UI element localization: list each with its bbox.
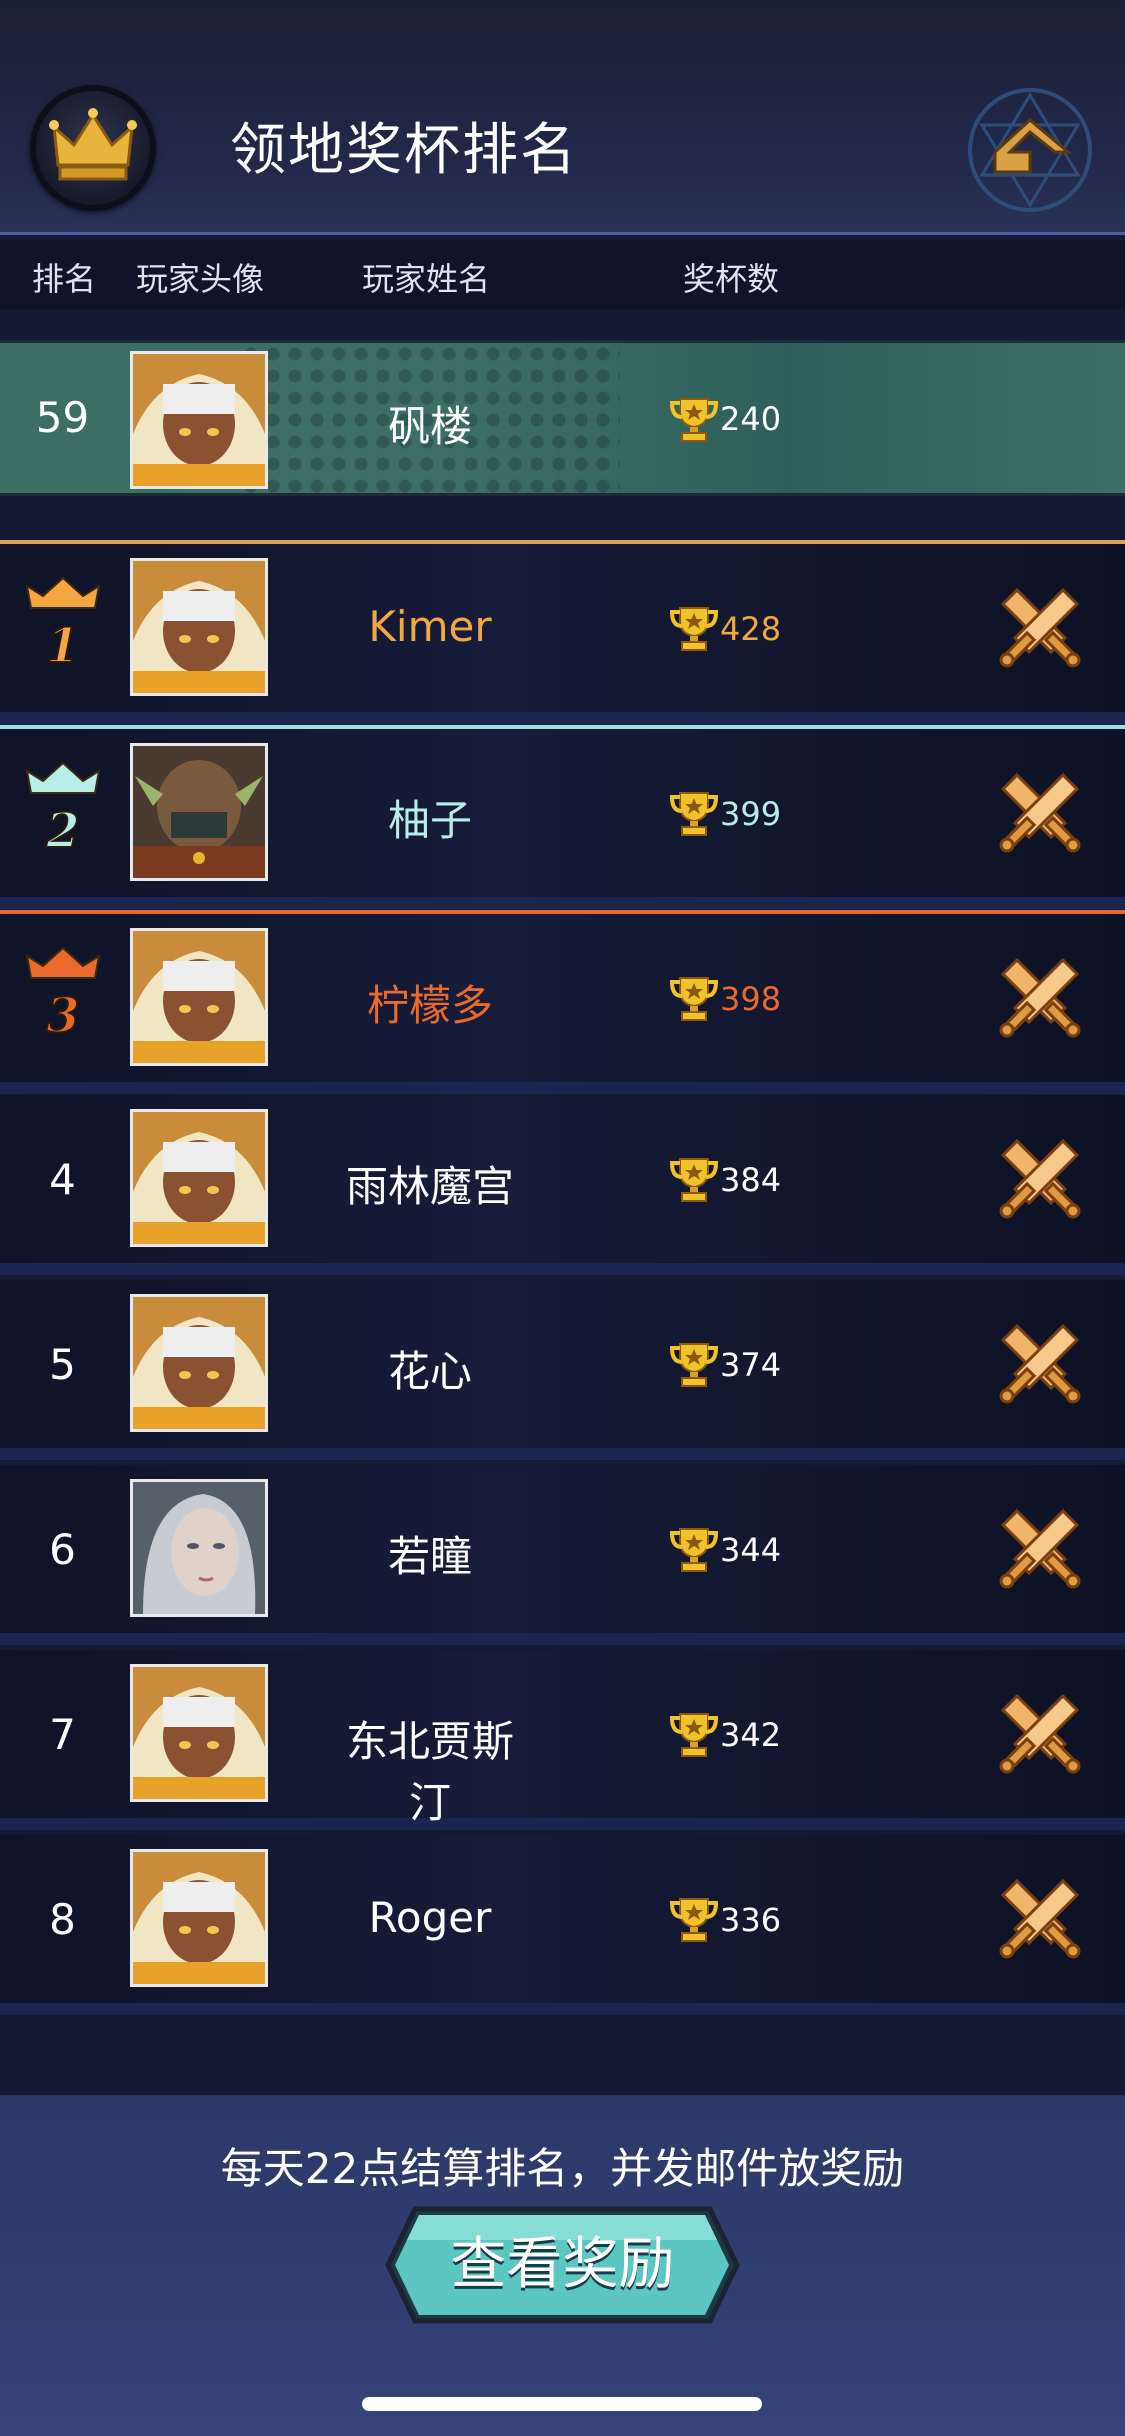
- avatar[interactable]: [130, 743, 268, 881]
- trophy-icon: [669, 789, 719, 837]
- avatar: [130, 351, 268, 489]
- trophy-icon: [669, 604, 719, 652]
- player-name: 东北贾斯汀: [345, 1717, 514, 1827]
- avatar[interactable]: [130, 1849, 268, 1987]
- table-row[interactable]: 2 柚子 399: [0, 725, 1125, 909]
- rank-number: 4: [49, 1155, 76, 1204]
- player-name: 柠檬多: [366, 981, 493, 1030]
- table-row[interactable]: 8 Roger 336: [0, 1835, 1125, 2015]
- trophy-icon: [669, 1340, 719, 1388]
- rank-number: 6: [49, 1525, 76, 1574]
- table-row[interactable]: 1 Kimer 428: [0, 540, 1125, 724]
- table-row[interactable]: 7 东北贾斯汀 342: [0, 1650, 1125, 1830]
- trophy-count: 344: [720, 1531, 782, 1569]
- trophy-count: 398: [720, 980, 782, 1018]
- avatar[interactable]: [130, 928, 268, 1066]
- col-rank: 排名: [32, 260, 97, 298]
- column-header: 排名 玩家头像 玩家姓名 奖杯数: [0, 240, 1125, 310]
- player-name: 花心: [387, 1347, 472, 1396]
- my-rank: 59: [35, 393, 90, 442]
- my-rank-row: 59 矾楼 240: [0, 340, 1125, 496]
- avatar[interactable]: [130, 1109, 268, 1247]
- table-row[interactable]: 4 雨林魔宫 384: [0, 1095, 1125, 1275]
- table-row[interactable]: 3 柠檬多 398: [0, 910, 1125, 1094]
- my-trophies: 240: [720, 400, 782, 438]
- footer: 每天22点结算排名，并发邮件放奖励 查看奖励: [0, 2095, 1125, 2436]
- attack-swords-icon[interactable]: [995, 1318, 1085, 1408]
- trophy-count: 342: [720, 1716, 782, 1754]
- col-trophies: 奖杯数: [683, 260, 780, 298]
- trophy-count: 399: [720, 795, 782, 833]
- table-row[interactable]: 6 若瞳 344: [0, 1465, 1125, 1645]
- trophy-count: 428: [720, 610, 782, 648]
- view-rewards-button[interactable]: 查看奖励: [385, 2205, 740, 2325]
- svg-text:3: 3: [46, 988, 79, 1042]
- trophy-icon: [669, 1525, 719, 1573]
- svg-text:2: 2: [45, 803, 79, 857]
- attack-swords-icon[interactable]: [995, 767, 1085, 857]
- rank-medal-icon: 1: [25, 572, 101, 675]
- home-indicator[interactable]: [362, 2397, 762, 2411]
- header: 领地奖杯排名: [0, 0, 1125, 235]
- trophy-icon: [669, 1155, 719, 1203]
- rank-medal-icon: 3: [25, 942, 101, 1045]
- trophy-icon: [669, 395, 719, 443]
- avatar[interactable]: [130, 1479, 268, 1617]
- trophy-count: 336: [720, 1901, 782, 1939]
- attack-swords-icon[interactable]: [995, 1873, 1085, 1963]
- ranking-list[interactable]: 1 Kimer 428 2 柚子 399 3 柠檬多 398 4 雨林魔宫 384 5 花心 374 6 若瞳 3…: [0, 540, 1125, 2095]
- settlement-note: 每天22点结算排名，并发邮件放奖励: [220, 2144, 905, 2193]
- attack-swords-icon[interactable]: [995, 582, 1085, 672]
- my-name: 矾楼: [387, 402, 472, 451]
- col-name: 玩家姓名: [362, 260, 491, 298]
- player-name: Roger: [368, 1893, 492, 1942]
- crown-icon: [30, 85, 156, 211]
- trophy-icon: [669, 1895, 719, 1943]
- return-arrow-icon[interactable]: [960, 80, 1100, 220]
- trophy-count: 374: [720, 1346, 782, 1384]
- trophy-icon: [669, 974, 719, 1022]
- attack-swords-icon[interactable]: [995, 1503, 1085, 1593]
- rank-medal-icon: 2: [25, 757, 101, 860]
- attack-swords-icon[interactable]: [995, 1688, 1085, 1778]
- attack-swords-icon[interactable]: [995, 1133, 1085, 1223]
- page-title: 领地奖杯排名: [230, 118, 578, 183]
- rank-number: 7: [49, 1710, 76, 1759]
- trophy-icon: [669, 1710, 719, 1758]
- player-name: Kimer: [368, 602, 492, 651]
- rank-number: 5: [49, 1340, 76, 1389]
- col-avatar: 玩家头像: [136, 260, 265, 298]
- table-row[interactable]: 5 花心 374: [0, 1280, 1125, 1460]
- trophy-count: 384: [720, 1161, 782, 1199]
- rank-number: 8: [49, 1895, 76, 1944]
- avatar[interactable]: [130, 1664, 268, 1802]
- avatar[interactable]: [130, 1294, 268, 1432]
- player-name: 若瞳: [387, 1532, 472, 1581]
- player-name: 雨林魔宫: [345, 1162, 514, 1211]
- avatar[interactable]: [130, 558, 268, 696]
- svg-text:1: 1: [46, 618, 79, 672]
- attack-swords-icon[interactable]: [995, 952, 1085, 1042]
- player-name: 柚子: [387, 796, 472, 845]
